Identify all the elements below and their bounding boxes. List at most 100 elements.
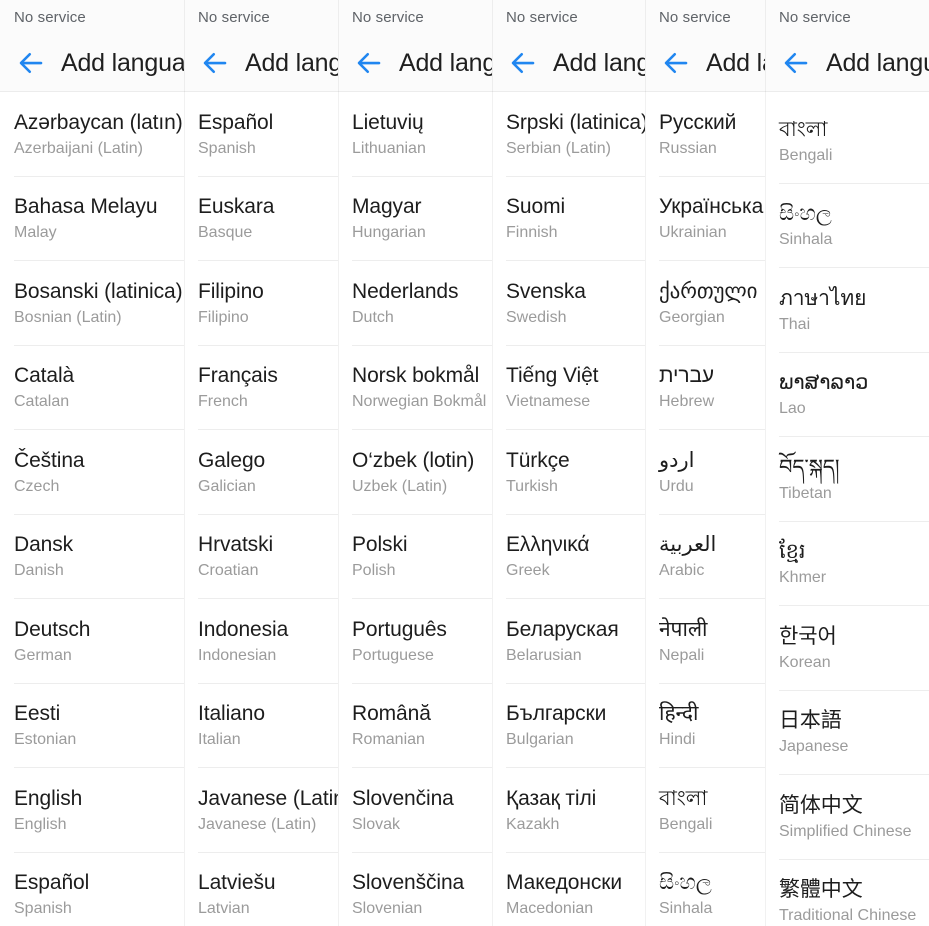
- back-arrow-icon[interactable]: [198, 46, 232, 80]
- language-list-item[interactable]: සිංහල Sinhala: [765, 184, 929, 269]
- language-list-item[interactable]: ພາສາລາວ Lao: [765, 353, 929, 438]
- language-native-name: Français: [198, 364, 278, 388]
- language-list-item[interactable]: Қазақ тілі Kazakh: [492, 768, 645, 853]
- language-list-item[interactable]: Беларуская Belarusian: [492, 599, 645, 684]
- language-list-item[interactable]: Italiano Italian: [184, 684, 338, 769]
- language-list-item[interactable]: Dansk Danish: [0, 515, 184, 600]
- language-list-item[interactable]: Български Bulgarian: [492, 684, 645, 769]
- language-list-item[interactable]: Deutsch German: [0, 599, 184, 684]
- language-list-item[interactable]: नेपाली Nepali: [645, 599, 765, 684]
- language-list-item[interactable]: Bahasa Melayu Malay: [0, 177, 184, 262]
- language-list-item[interactable]: 日本語 Japanese: [765, 691, 929, 776]
- language-list-item[interactable]: Latviešu Latvian: [184, 853, 338, 926]
- language-list-item[interactable]: Русский Russian: [645, 92, 765, 177]
- screenshot-panel-3: No service Add language Lietuvių Lithuanian…: [338, 0, 492, 926]
- language-list-item[interactable]: বাংলা Bengali: [645, 768, 765, 853]
- language-english-name: Bosnian (Latin): [14, 308, 122, 326]
- back-arrow-icon[interactable]: [14, 46, 48, 80]
- language-list-item[interactable]: Español Spanish: [0, 853, 184, 926]
- language-list-item[interactable]: Ελληνικά Greek: [492, 515, 645, 600]
- language-english-name: Turkish: [506, 477, 558, 495]
- language-english-name: Javanese (Latin): [198, 815, 317, 833]
- language-native-name: 简体中文: [779, 793, 863, 817]
- language-list-item[interactable]: Українська Ukrainian: [645, 177, 765, 262]
- language-english-name: Slovak: [352, 815, 401, 833]
- language-english-name: Latvian: [198, 900, 250, 918]
- language-native-name: Беларуская: [506, 617, 619, 641]
- language-list-item[interactable]: Polski Polish: [338, 515, 492, 600]
- back-arrow-icon[interactable]: [352, 46, 386, 80]
- language-list-item[interactable]: Bosanski (latinica) Bosnian (Latin): [0, 261, 184, 346]
- language-list-item[interactable]: සිංහල Sinhala: [645, 853, 765, 926]
- language-english-name: Greek: [506, 562, 550, 580]
- language-english-name: Norwegian Bokmål: [352, 393, 487, 411]
- language-list-item[interactable]: Português Portuguese: [338, 599, 492, 684]
- language-list-item[interactable]: Suomi Finnish: [492, 177, 645, 262]
- language-list-item[interactable]: Hrvatski Croatian: [184, 515, 338, 600]
- language-list-item[interactable]: Srpski (latinica) Serbian (Latin): [492, 92, 645, 177]
- language-native-name: Polski: [352, 533, 408, 557]
- language-list[interactable]: Lietuvių Lithuanian Magyar Hungarian Nederla…: [338, 92, 492, 926]
- back-arrow-icon[interactable]: [506, 46, 540, 80]
- language-list-item[interactable]: Македонски Macedonian: [492, 853, 645, 926]
- language-list-item[interactable]: 한국어 Korean: [765, 606, 929, 691]
- language-list-item[interactable]: Slovenčina Slovak: [338, 768, 492, 853]
- page-title: Add language: [826, 48, 929, 77]
- language-list-item[interactable]: עברית Hebrew: [645, 346, 765, 431]
- screenshot-panel-2: No service Add language Español Spanish Eusk…: [184, 0, 338, 926]
- language-list-item[interactable]: Türkçe Turkish: [492, 430, 645, 515]
- language-list-item[interactable]: Galego Galician: [184, 430, 338, 515]
- language-list-item[interactable]: Svenska Swedish: [492, 261, 645, 346]
- language-list-item[interactable]: O‘zbek (lotin) Uzbek (Latin): [338, 430, 492, 515]
- language-native-name: Ελληνικά: [506, 533, 590, 557]
- language-list[interactable]: Srpski (latinica) Serbian (Latin) Suomi Fin…: [492, 92, 645, 926]
- language-list-item[interactable]: Euskara Basque: [184, 177, 338, 262]
- back-arrow-icon[interactable]: [659, 46, 693, 80]
- language-list-item[interactable]: ภาษาไทย Thai: [765, 268, 929, 353]
- app-bar: Add language: [765, 34, 929, 92]
- language-list-item[interactable]: 繁體中文 Traditional Chinese: [765, 860, 929, 926]
- language-list-item[interactable]: 简体中文 Simplified Chinese: [765, 775, 929, 860]
- language-list-item[interactable]: Indonesia Indonesian: [184, 599, 338, 684]
- language-english-name: Ukrainian: [659, 224, 727, 242]
- language-list-item[interactable]: བོད་སྐད། Tibetan: [765, 437, 929, 522]
- language-list-item[interactable]: Norsk bokmål Norwegian Bokmål: [338, 346, 492, 431]
- language-list[interactable]: বাংলা Bengali සිංහල Sinhala ภาษาไทย Thai ພາສາລ…: [765, 99, 929, 926]
- language-list-item[interactable]: Slovenščina Slovenian: [338, 853, 492, 926]
- language-english-name: Filipino: [198, 308, 249, 326]
- language-list-item[interactable]: Tiếng Việt Vietnamese: [492, 346, 645, 431]
- language-list-item[interactable]: English English: [0, 768, 184, 853]
- language-list[interactable]: Azərbaycan (latın) Azerbaijani (Latin) Bah…: [0, 92, 184, 926]
- language-list-item[interactable]: اردو Urdu: [645, 430, 765, 515]
- language-list-item[interactable]: Čeština Czech: [0, 430, 184, 515]
- app-bar: Add language: [0, 34, 184, 92]
- language-list-item[interactable]: Javanese (Latin) Javanese (Latin): [184, 768, 338, 853]
- back-arrow-icon[interactable]: [779, 46, 813, 80]
- language-list-item[interactable]: हिन्दी Hindi: [645, 684, 765, 769]
- language-list-item[interactable]: Magyar Hungarian: [338, 177, 492, 262]
- language-list-item[interactable]: Eesti Estonian: [0, 684, 184, 769]
- language-list-item[interactable]: Filipino Filipino: [184, 261, 338, 346]
- language-list-item[interactable]: Català Catalan: [0, 346, 184, 431]
- language-english-name: Georgian: [659, 308, 725, 326]
- language-english-name: Galician: [198, 477, 256, 495]
- language-native-name: Русский: [659, 110, 737, 134]
- language-list-item[interactable]: ქართული Georgian: [645, 261, 765, 346]
- language-english-name: Catalan: [14, 393, 70, 411]
- language-english-name: Swedish: [506, 308, 567, 326]
- language-list-item[interactable]: Français French: [184, 346, 338, 431]
- language-list-item[interactable]: العربية Arabic: [645, 515, 765, 600]
- language-list-item[interactable]: Lietuvių Lithuanian: [338, 92, 492, 177]
- language-english-name: Portuguese: [352, 646, 434, 664]
- language-list-item[interactable]: Română Romanian: [338, 684, 492, 769]
- language-list-item[interactable]: Azərbaycan (latın) Azerbaijani (Latin): [0, 92, 184, 177]
- language-list-item[interactable]: Español Spanish: [184, 92, 338, 177]
- language-native-name: සිංහල: [659, 871, 712, 895]
- language-list-item[interactable]: ខ្មែរ Khmer: [765, 522, 929, 607]
- language-list[interactable]: Español Spanish Euskara Basque Filipino Filip…: [184, 92, 338, 926]
- language-list-item[interactable]: Nederlands Dutch: [338, 261, 492, 346]
- language-english-name: French: [198, 393, 248, 411]
- language-list[interactable]: Русский Russian Українська Ukrainian ქართული…: [645, 92, 765, 926]
- language-english-name: Russian: [659, 139, 717, 157]
- language-list-item[interactable]: বাংলা Bengali: [765, 99, 929, 184]
